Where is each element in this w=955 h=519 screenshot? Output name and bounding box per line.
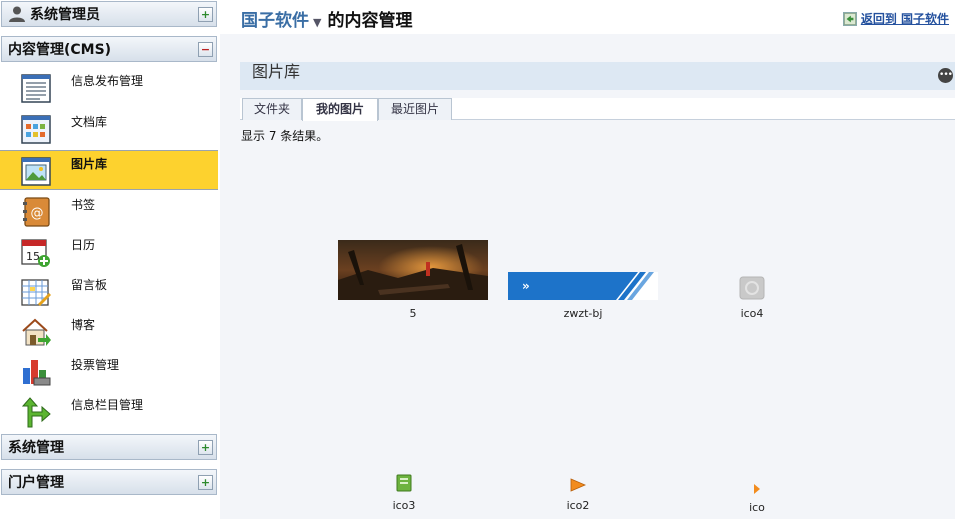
- svg-text:15: 15: [26, 250, 40, 263]
- image-caption: ico3: [392, 499, 416, 512]
- sidebar-item-label: 信息栏目管理: [71, 398, 144, 412]
- sidebar-item-label: 博客: [71, 318, 96, 332]
- sidebar-item-message-board[interactable]: 留言板: [0, 272, 218, 312]
- back-arrow-icon: [842, 11, 857, 26]
- calendar-icon: 15: [21, 239, 50, 267]
- column-arrow-icon: [21, 397, 51, 428]
- sidebar-item-label: 图片库: [71, 157, 108, 171]
- back-link-text: 返回到 国子软件: [860, 12, 949, 26]
- document-list-icon: [21, 74, 51, 103]
- system-panel-header[interactable]: 系统管理 +: [1, 434, 217, 460]
- main-content: 国子软件 ▼ 的内容管理 返回到 国子软件 图片库 ••• 文件夹 我的图片 最近图…: [220, 0, 955, 519]
- message-board-icon: [21, 279, 51, 306]
- sidebar-item-label: 留言板: [71, 278, 108, 292]
- image-gallery-icon: [21, 157, 51, 186]
- sidebar-item-blog[interactable]: 博客: [0, 312, 218, 352]
- top-bar: 国子软件 ▼ 的内容管理 返回到 国子软件: [220, 0, 955, 34]
- image-card[interactable]: ico: [717, 484, 797, 516]
- gallery-tabs: 文件夹 我的图片 最近图片: [240, 98, 955, 121]
- blog-house-icon: [22, 318, 51, 346]
- image-card[interactable]: ico3: [364, 474, 444, 514]
- site-name[interactable]: 国子软件: [241, 11, 309, 31]
- bookmark-book-icon: @: [23, 197, 50, 227]
- image-card[interactable]: ico2: [538, 478, 618, 514]
- dropdown-arrow-icon[interactable]: ▼: [313, 16, 321, 29]
- sidebar-item-label: 信息发布管理: [71, 74, 144, 88]
- image-caption: ico: [749, 501, 765, 514]
- expand-admin-button[interactable]: +: [198, 6, 213, 22]
- system-panel-title: 系统管理: [8, 440, 64, 456]
- sidebar-item-gallery[interactable]: 图片库: [0, 150, 218, 190]
- collapse-cms-button[interactable]: −: [198, 41, 213, 57]
- admin-panel-title: 系统管理员: [30, 7, 100, 23]
- more-options-icon[interactable]: •••: [938, 68, 953, 83]
- tab-folders[interactable]: 文件夹: [242, 98, 302, 120]
- tab-my-images[interactable]: 我的图片: [302, 98, 378, 121]
- image-card[interactable]: 5: [338, 240, 488, 320]
- image-caption: ico4: [740, 307, 764, 320]
- image-thumbnail[interactable]: [754, 484, 760, 494]
- admin-panel-header[interactable]: 系统管理员 +: [1, 1, 217, 27]
- tab-recent-images[interactable]: 最近图片: [378, 98, 452, 120]
- gallery-header: 图片库 •••: [240, 62, 955, 90]
- image-thumbnail[interactable]: [739, 276, 765, 300]
- portal-panel-header[interactable]: 门户管理 +: [1, 469, 217, 495]
- sidebar-item-calendar[interactable]: 15 日历: [0, 232, 218, 272]
- image-caption: 5: [409, 307, 417, 320]
- svg-text:@: @: [31, 206, 44, 221]
- image-thumbnail[interactable]: [396, 474, 412, 492]
- sidebar-item-label: 文档库: [71, 115, 108, 129]
- sidebar-item-columns[interactable]: 信息栏目管理: [0, 392, 218, 432]
- cms-panel-title: 内容管理(CMS): [8, 42, 112, 58]
- sidebar: 系统管理员 + 内容管理(CMS) − 信息发布管理 文档库 图片库 @ 书签 …: [0, 0, 220, 519]
- image-thumbnail[interactable]: »: [508, 272, 658, 300]
- svg-text:»: »: [522, 279, 530, 293]
- portal-panel-title: 门户管理: [8, 475, 64, 491]
- sidebar-item-label: 投票管理: [71, 358, 120, 372]
- image-card[interactable]: » zwzt-bj: [508, 272, 658, 320]
- result-count: 显示 7 条结果。: [241, 129, 329, 143]
- back-link[interactable]: 返回到 国子软件: [842, 10, 949, 27]
- page-title-suffix: 的内容管理: [327, 11, 413, 31]
- image-caption: zwzt-bj: [563, 307, 603, 320]
- sidebar-item-label: 日历: [71, 238, 96, 252]
- cms-panel-header[interactable]: 内容管理(CMS) −: [1, 36, 217, 62]
- gallery-title: 图片库: [252, 62, 301, 81]
- sidebar-item-label: 书签: [71, 198, 96, 212]
- page-title: 国子软件 ▼ 的内容管理: [241, 6, 412, 31]
- poll-chart-icon: [23, 360, 51, 386]
- image-thumbnail[interactable]: [570, 478, 586, 492]
- image-caption: ico2: [566, 499, 590, 512]
- sidebar-item-polls[interactable]: 投票管理: [0, 352, 218, 392]
- image-card[interactable]: ico4: [712, 276, 792, 320]
- sidebar-item-documents[interactable]: 文档库: [0, 109, 218, 149]
- sidebar-item-publish[interactable]: 信息发布管理: [0, 68, 218, 108]
- expand-system-button[interactable]: +: [198, 439, 213, 455]
- document-library-icon: [21, 115, 51, 144]
- expand-portal-button[interactable]: +: [198, 474, 213, 490]
- image-thumbnail[interactable]: [338, 240, 488, 300]
- sidebar-item-bookmarks[interactable]: @ 书签: [0, 192, 218, 232]
